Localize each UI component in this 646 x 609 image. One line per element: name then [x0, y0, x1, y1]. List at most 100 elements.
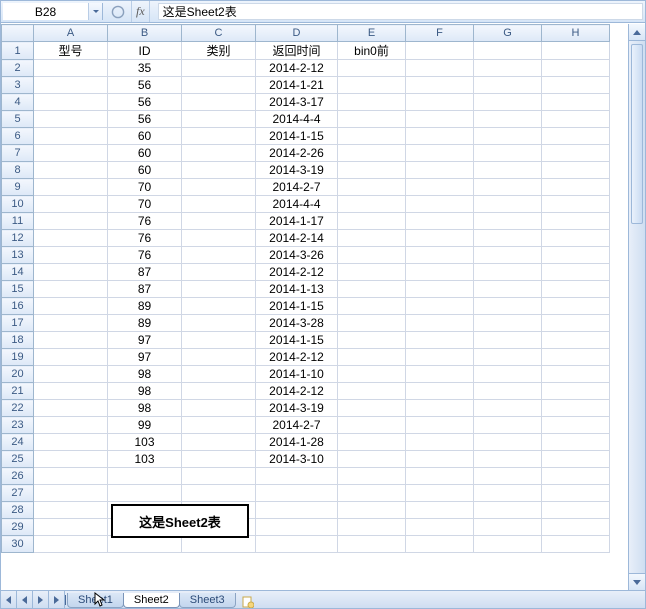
cell-A26[interactable]	[34, 468, 108, 485]
cell-A8[interactable]	[34, 162, 108, 179]
cell-F13[interactable]	[406, 247, 474, 264]
cell-D24[interactable]: 2014-1-28	[256, 434, 338, 451]
cell-H1[interactable]	[542, 42, 610, 60]
cell-E4[interactable]	[338, 94, 406, 111]
cell-D13[interactable]: 2014-3-26	[256, 247, 338, 264]
cell-D5[interactable]: 2014-4-4	[256, 111, 338, 128]
row-header-26[interactable]: 26	[2, 468, 34, 485]
cell-F16[interactable]	[406, 298, 474, 315]
row-header-18[interactable]: 18	[2, 332, 34, 349]
cell-D28[interactable]	[256, 502, 338, 519]
cell-A14[interactable]	[34, 264, 108, 281]
row-header-13[interactable]: 13	[2, 247, 34, 264]
cell-C24[interactable]	[182, 434, 256, 451]
cell-C10[interactable]	[182, 196, 256, 213]
cell-H14[interactable]	[542, 264, 610, 281]
cell-C4[interactable]	[182, 94, 256, 111]
cell-E26[interactable]	[338, 468, 406, 485]
cell-B5[interactable]: 56	[108, 111, 182, 128]
select-all-corner[interactable]	[2, 25, 34, 42]
cell-D29[interactable]	[256, 519, 338, 536]
cell-E24[interactable]	[338, 434, 406, 451]
cell-D1[interactable]: 返回时间	[256, 42, 338, 60]
scroll-up-button[interactable]	[629, 24, 645, 41]
cell-A15[interactable]	[34, 281, 108, 298]
cell-H9[interactable]	[542, 179, 610, 196]
cell-C2[interactable]	[182, 60, 256, 77]
row-header-29[interactable]: 29	[2, 519, 34, 536]
row-header-3[interactable]: 3	[2, 77, 34, 94]
cell-E15[interactable]	[338, 281, 406, 298]
cell-D10[interactable]: 2014-4-4	[256, 196, 338, 213]
cell-H18[interactable]	[542, 332, 610, 349]
cell-F12[interactable]	[406, 230, 474, 247]
cell-B30[interactable]	[108, 536, 182, 553]
cell-C19[interactable]	[182, 349, 256, 366]
cell-E28[interactable]	[338, 502, 406, 519]
cell-A6[interactable]	[34, 128, 108, 145]
cell-D18[interactable]: 2014-1-15	[256, 332, 338, 349]
cell-G21[interactable]	[474, 383, 542, 400]
cell-A2[interactable]	[34, 60, 108, 77]
cell-C20[interactable]	[182, 366, 256, 383]
cell-A18[interactable]	[34, 332, 108, 349]
cell-A7[interactable]	[34, 145, 108, 162]
cell-H24[interactable]	[542, 434, 610, 451]
cell-H8[interactable]	[542, 162, 610, 179]
cell-G25[interactable]	[474, 451, 542, 468]
cell-G13[interactable]	[474, 247, 542, 264]
cell-F7[interactable]	[406, 145, 474, 162]
cell-E22[interactable]	[338, 400, 406, 417]
cell-D15[interactable]: 2014-1-13	[256, 281, 338, 298]
cell-B15[interactable]: 87	[108, 281, 182, 298]
new-sheet-button[interactable]	[239, 596, 257, 608]
cell-F28[interactable]	[406, 502, 474, 519]
cell-E29[interactable]	[338, 519, 406, 536]
cell-C13[interactable]	[182, 247, 256, 264]
cell-G23[interactable]	[474, 417, 542, 434]
row-header-11[interactable]: 11	[2, 213, 34, 230]
cell-A28[interactable]	[34, 502, 108, 519]
row-header-1[interactable]: 1	[2, 42, 34, 60]
cell-G8[interactable]	[474, 162, 542, 179]
column-header-D[interactable]: D	[256, 25, 338, 42]
cell-C6[interactable]	[182, 128, 256, 145]
cell-D14[interactable]: 2014-2-12	[256, 264, 338, 281]
cell-F21[interactable]	[406, 383, 474, 400]
cell-E25[interactable]	[338, 451, 406, 468]
cell-A30[interactable]	[34, 536, 108, 553]
cell-D21[interactable]: 2014-2-12	[256, 383, 338, 400]
cell-G14[interactable]	[474, 264, 542, 281]
cell-D4[interactable]: 2014-3-17	[256, 94, 338, 111]
cell-G19[interactable]	[474, 349, 542, 366]
cell-C15[interactable]	[182, 281, 256, 298]
cell-G5[interactable]	[474, 111, 542, 128]
cell-H6[interactable]	[542, 128, 610, 145]
cell-A16[interactable]	[34, 298, 108, 315]
cell-C14[interactable]	[182, 264, 256, 281]
cell-H29[interactable]	[542, 519, 610, 536]
cell-C16[interactable]	[182, 298, 256, 315]
cell-C8[interactable]	[182, 162, 256, 179]
cell-H22[interactable]	[542, 400, 610, 417]
cell-G18[interactable]	[474, 332, 542, 349]
cell-F17[interactable]	[406, 315, 474, 332]
cell-G15[interactable]	[474, 281, 542, 298]
cell-B26[interactable]	[108, 468, 182, 485]
cell-B24[interactable]: 103	[108, 434, 182, 451]
cell-A1[interactable]: 型号	[34, 42, 108, 60]
cell-A24[interactable]	[34, 434, 108, 451]
cell-G29[interactable]	[474, 519, 542, 536]
cell-C22[interactable]	[182, 400, 256, 417]
cell-D9[interactable]: 2014-2-7	[256, 179, 338, 196]
cell-D16[interactable]: 2014-1-15	[256, 298, 338, 315]
row-header-14[interactable]: 14	[2, 264, 34, 281]
column-header-A[interactable]: A	[34, 25, 108, 42]
cell-B27[interactable]	[108, 485, 182, 502]
cell-F26[interactable]	[406, 468, 474, 485]
cell-G22[interactable]	[474, 400, 542, 417]
cell-H23[interactable]	[542, 417, 610, 434]
cell-E23[interactable]	[338, 417, 406, 434]
cell-B21[interactable]: 98	[108, 383, 182, 400]
cell-H15[interactable]	[542, 281, 610, 298]
